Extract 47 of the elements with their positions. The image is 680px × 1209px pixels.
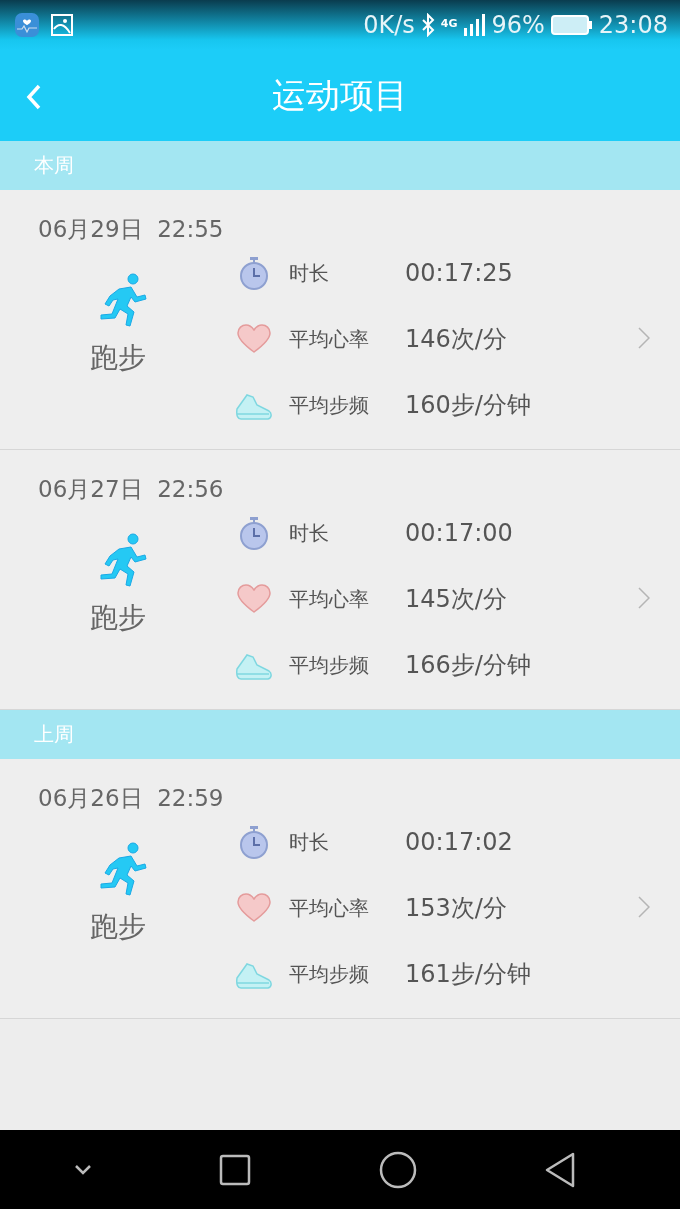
activity-name: 跑步: [89, 909, 146, 945]
stat-value: 166步/分钟: [405, 650, 531, 681]
stat-value: 145次/分: [405, 584, 507, 615]
stat-label: 平均步频: [289, 960, 370, 988]
stat-label: 时长: [289, 828, 330, 856]
chevron-icon: [638, 587, 650, 609]
stat-label: 平均心率: [289, 325, 370, 353]
clock: 23:08: [598, 11, 668, 39]
stat-label: 时长: [289, 259, 330, 287]
chevron-icon: [638, 896, 650, 918]
stat-label: 平均心率: [289, 894, 370, 922]
page-title: 运动项目: [272, 73, 408, 117]
battery-percent: 96%: [491, 11, 545, 39]
stat-label: 平均心率: [289, 585, 370, 613]
square-icon: [219, 1153, 252, 1186]
stat-value: 161步/分钟: [405, 959, 531, 990]
section-label: 上周: [34, 721, 74, 748]
back-icon: [26, 84, 42, 110]
image-icon: [50, 13, 74, 37]
network-type: 4G: [440, 17, 458, 30]
heart-icon: [235, 893, 273, 923]
workout-date: 06月26日 22:59: [38, 784, 224, 813]
stat-value: 00:17:02: [405, 828, 513, 856]
stat-value: 160步/分钟: [405, 390, 531, 421]
health-app-icon: [14, 12, 40, 38]
heart-icon: [235, 324, 273, 354]
circle-icon: [378, 1150, 417, 1189]
stat-label: 平均步频: [289, 651, 370, 679]
battery-icon: [550, 14, 593, 36]
chevron-down-icon: [73, 1163, 92, 1176]
activity-name: 跑步: [89, 600, 146, 636]
workout-date: 06月29日 22:55: [38, 215, 224, 244]
signal-icon: [463, 14, 486, 36]
stat-label: 平均步频: [289, 391, 370, 419]
bluetooth-icon: [420, 13, 435, 37]
section-label: 本周: [34, 152, 74, 179]
stat-label: 时长: [289, 519, 330, 547]
network-speed: 0K/s: [363, 11, 415, 39]
heart-icon: [235, 584, 273, 614]
chevron-icon: [638, 327, 650, 349]
workout-date: 06月27日 22:56: [38, 475, 224, 504]
activity-name: 跑步: [89, 340, 146, 376]
stat-value: 146次/分: [405, 324, 507, 355]
stat-value: 153次/分: [405, 893, 507, 924]
triangle-icon: [544, 1151, 577, 1188]
stat-value: 00:17:25: [405, 259, 513, 287]
stat-value: 00:17:00: [405, 519, 513, 547]
